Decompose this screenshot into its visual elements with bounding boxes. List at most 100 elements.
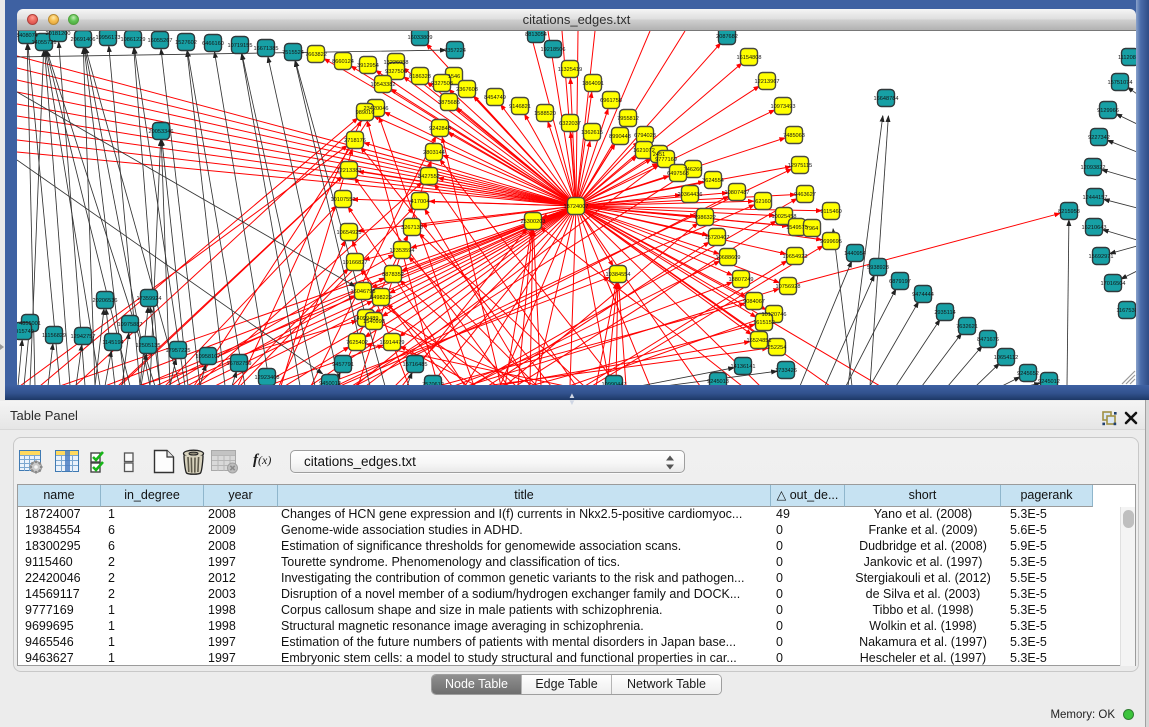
svg-text:19218506: 19218506	[541, 47, 566, 53]
svg-text:6794028: 6794028	[634, 133, 656, 139]
svg-text:16055267: 16055267	[148, 38, 173, 44]
svg-text:2718176: 2718176	[344, 138, 366, 144]
svg-text:16524851: 16524851	[747, 338, 772, 344]
svg-text:12353594: 12353594	[390, 248, 415, 254]
svg-text:7625402: 7625402	[346, 340, 368, 346]
svg-text:8660124: 8660124	[332, 59, 354, 65]
svg-text:10973493: 10973493	[771, 104, 796, 110]
svg-text:19654923: 19654923	[783, 254, 808, 260]
svg-text:1540993: 1540993	[363, 319, 385, 325]
svg-text:989016: 989016	[356, 110, 375, 116]
svg-text:1546: 1546	[448, 74, 460, 80]
svg-text:3915749: 3915749	[17, 329, 34, 335]
svg-text:10807487: 10807487	[725, 190, 750, 196]
svg-text:2803144: 2803144	[423, 150, 445, 156]
svg-text:7663822: 7663822	[305, 52, 327, 58]
svg-text:10975887: 10975887	[118, 322, 143, 328]
svg-text:16033809: 16033809	[408, 35, 433, 41]
svg-text:12942757: 12942757	[71, 334, 96, 340]
svg-text:16914479: 16914479	[380, 340, 405, 346]
svg-text:417004: 417004	[411, 199, 430, 205]
svg-text:8408074: 8408074	[17, 33, 38, 39]
svg-text:17957225: 17957225	[166, 348, 191, 354]
svg-text:7485063: 7485063	[783, 133, 805, 139]
svg-text:10861229: 10861229	[121, 37, 146, 43]
svg-text:20691406: 20691406	[71, 37, 96, 43]
svg-text:12213383: 12213383	[337, 168, 362, 174]
svg-text:10120746: 10120746	[762, 312, 787, 318]
svg-text:12923468: 12923468	[255, 375, 280, 381]
svg-text:8878352: 8878352	[382, 272, 404, 278]
svg-text:12213967: 12213967	[755, 79, 780, 85]
svg-text:6322037: 6322037	[559, 121, 581, 127]
svg-text:8427552: 8427552	[418, 174, 440, 180]
svg-text:1549575: 1549575	[786, 225, 808, 231]
svg-text:9242848: 9242848	[429, 126, 451, 132]
svg-text:1615152: 1615152	[753, 320, 775, 326]
svg-text:7515524: 7515524	[282, 50, 304, 56]
svg-text:1145194: 1145194	[102, 340, 123, 346]
svg-text:9245012: 9245012	[1038, 379, 1060, 385]
svg-text:16210643: 16210643	[1082, 225, 1107, 231]
svg-text:7357224: 7357224	[444, 48, 466, 54]
svg-text:10654112: 10654112	[994, 355, 1018, 361]
svg-text:17016504: 17016504	[1101, 281, 1126, 287]
svg-text:1621072: 1621072	[633, 148, 655, 154]
svg-text:9245013: 9245013	[707, 379, 729, 385]
svg-text:3875685: 3875685	[438, 100, 460, 106]
svg-text:15692971: 15692971	[1089, 254, 1114, 260]
svg-text:18807249: 18807249	[729, 277, 754, 283]
svg-text:1362615: 1362615	[581, 130, 603, 136]
svg-text:3624554: 3624554	[702, 178, 724, 184]
svg-text:2087682: 2087682	[716, 34, 738, 40]
svg-text:9146821: 9146821	[509, 104, 531, 110]
svg-text:19384554: 19384554	[606, 272, 631, 278]
svg-text:7570612: 7570612	[422, 382, 444, 385]
svg-text:11325419: 11325419	[558, 67, 582, 73]
svg-text:8186328: 8186328	[409, 74, 431, 80]
svg-text:9457791: 9457791	[332, 362, 354, 368]
svg-text:7632621: 7632621	[956, 324, 978, 330]
svg-text:10688609: 10688609	[716, 255, 741, 261]
svg-text:9474444: 9474444	[912, 292, 934, 298]
svg-text:1167530: 1167530	[1116, 308, 1136, 314]
svg-text:12093822: 12093822	[1081, 165, 1106, 171]
svg-text:10107552: 10107552	[331, 197, 356, 203]
svg-text:15720407: 15720407	[705, 235, 730, 241]
svg-text:12975115: 12975115	[788, 163, 812, 169]
svg-text:16671385: 16671385	[254, 46, 279, 52]
svg-text:7986322: 7986322	[694, 215, 716, 221]
svg-text:15751074: 15751074	[1108, 80, 1133, 86]
svg-text:16154808: 16154808	[737, 55, 762, 61]
svg-text:2935114: 2935114	[934, 310, 955, 316]
svg-text:1440954: 1440954	[844, 251, 866, 257]
svg-text:16782759: 16782759	[227, 361, 252, 367]
svg-text:6497568: 6497568	[667, 171, 689, 177]
svg-text:6466160: 6466160	[202, 41, 224, 47]
svg-text:8990448: 8990448	[609, 134, 631, 140]
svg-text:8454749: 8454749	[484, 95, 506, 101]
svg-text:25300203: 25300203	[521, 219, 546, 225]
svg-text:10654925: 10654925	[337, 230, 362, 236]
svg-text:10025458: 10025458	[772, 214, 797, 220]
svg-text:1864091: 1864091	[582, 81, 604, 87]
svg-text:2367608: 2367608	[456, 87, 478, 93]
svg-text:16648784: 16648784	[874, 96, 899, 102]
svg-text:9227342: 9227342	[1088, 135, 1110, 141]
svg-text:252254: 252254	[768, 345, 787, 351]
svg-text:12505135: 12505135	[136, 343, 161, 349]
svg-text:4855001: 4855001	[19, 321, 41, 327]
svg-text:9463627: 9463627	[794, 192, 816, 198]
svg-text:9450012: 9450012	[319, 381, 341, 385]
svg-text:9115460: 9115460	[820, 209, 841, 215]
svg-text:3912954: 3912954	[357, 63, 379, 69]
svg-text:20364436: 20364436	[678, 192, 703, 198]
svg-text:62160: 62160	[755, 199, 771, 205]
svg-text:10756928: 10756928	[776, 284, 801, 290]
svg-text:5938928: 5938928	[867, 265, 889, 271]
svg-text:17359924: 17359924	[137, 296, 162, 302]
svg-text:7955812: 7955812	[617, 116, 639, 122]
svg-text:19166827: 19166827	[343, 260, 368, 266]
svg-text:19956173: 19956173	[96, 35, 121, 41]
svg-text:9777169: 9777169	[655, 157, 677, 163]
